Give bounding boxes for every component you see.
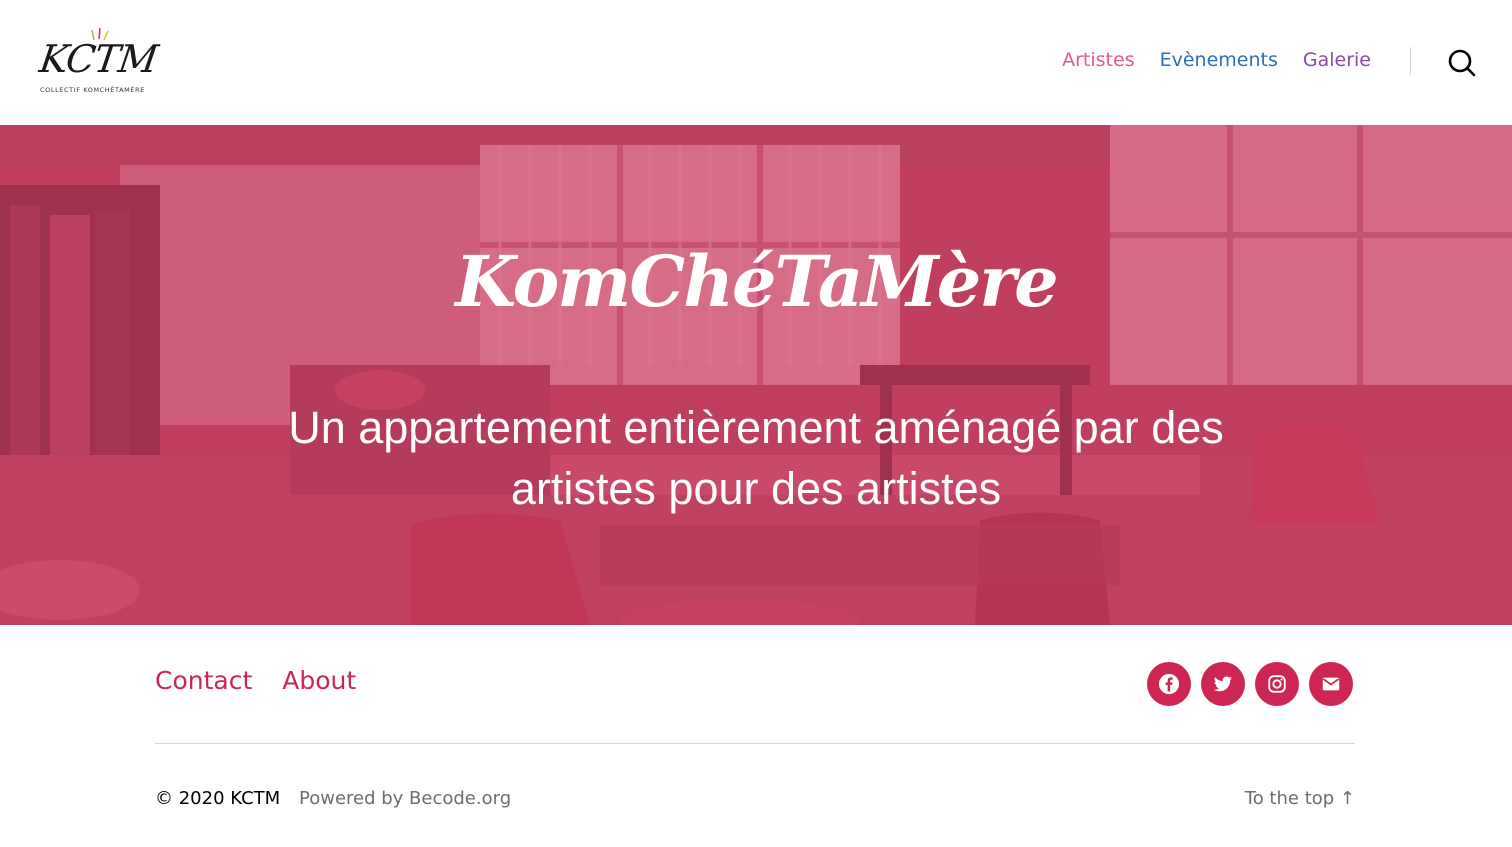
instagram-button[interactable] [1255,662,1299,706]
email-icon [1322,677,1340,691]
footer-link-about[interactable]: About [282,666,356,695]
instagram-icon [1268,675,1286,693]
twitter-icon [1213,676,1233,692]
primary-nav: Artistes Evènements Galerie [1062,49,1371,71]
nav-item-galerie[interactable]: Galerie [1303,49,1371,71]
to-the-top-link[interactable]: To the top ↑ [1245,788,1355,809]
site-logo[interactable]: KCTM COLLECTIF KOMCHÉTAMÈRE [37,26,160,98]
hero-cover: KomChéTaMère Un appartement entièrement … [0,125,1512,625]
twitter-button[interactable] [1201,662,1245,706]
social-links [1147,662,1353,706]
nav-item-artistes[interactable]: Artistes [1062,49,1134,71]
facebook-icon [1158,673,1180,695]
footer-menu: Contact About [155,666,356,695]
site-header: KCTM COLLECTIF KOMCHÉTAMÈRE Artistes Evè… [0,0,1512,125]
hero-subtitle: Un appartement entièrement aménagé par d… [288,402,1224,514]
footer-divider [155,743,1355,744]
powered-by-link[interactable]: Powered by Becode.org [299,788,511,809]
search-button[interactable] [1446,47,1478,79]
logo-mark: KCTM [36,37,160,81]
hero-overlay [0,125,1512,625]
footer-link-contact[interactable]: Contact [155,666,252,695]
hero-title: KomChéTaMère [455,240,1058,323]
nav-item-evenements[interactable]: Evènements [1160,49,1278,71]
copyright-text: © 2020 KCTM [155,788,281,809]
nav-divider [1410,47,1411,75]
search-icon [1448,49,1476,77]
logo-subtitle: COLLECTIF KOMCHÉTAMÈRE [40,86,145,94]
facebook-button[interactable] [1147,662,1191,706]
email-button[interactable] [1309,662,1353,706]
